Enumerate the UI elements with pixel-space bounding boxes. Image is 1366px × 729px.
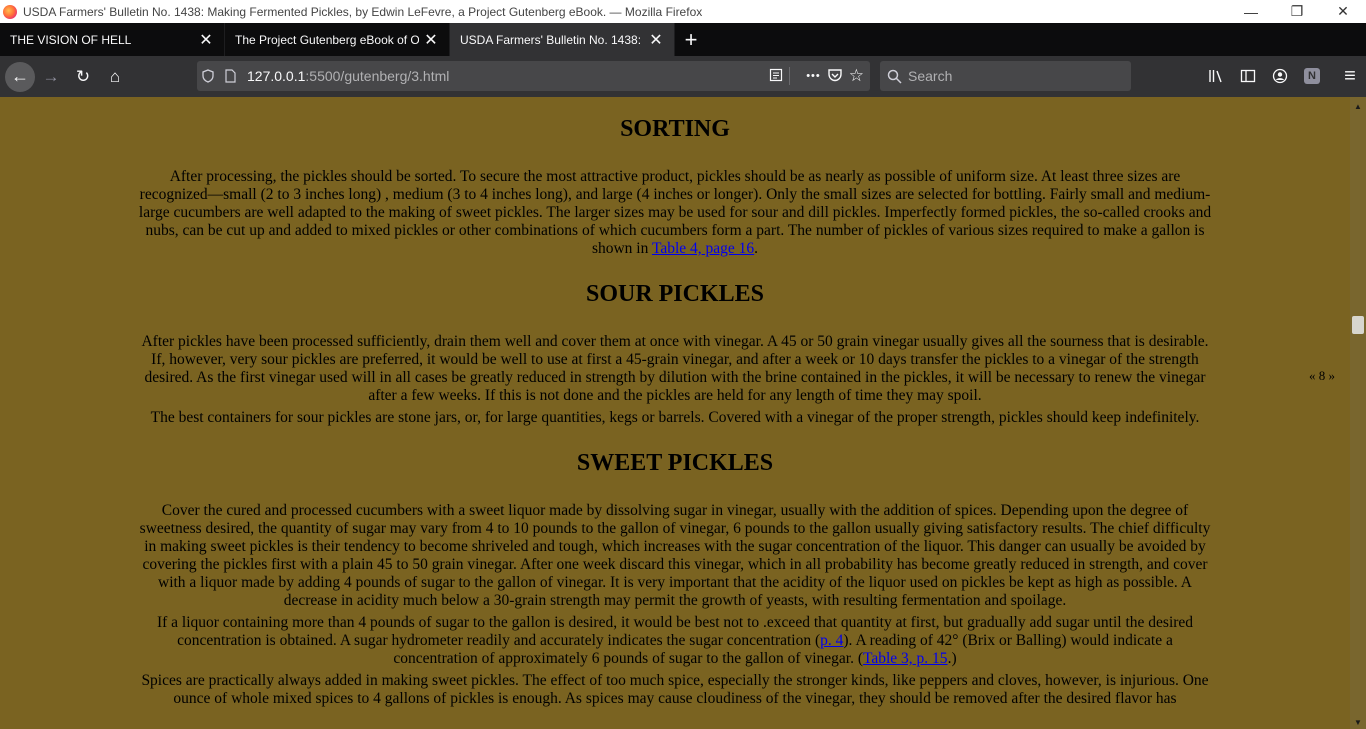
- address-bar[interactable]: 127.0.0.1:5500/gutenberg/3.html ••• ☆: [197, 61, 870, 91]
- url-path: :5500/gutenberg/3.html: [305, 68, 450, 84]
- tab-label: THE VISION OF HELL: [10, 32, 132, 47]
- paragraph-sorting: After processing, the pickles should be …: [138, 168, 1212, 258]
- paragraph-sweet-3: Spices are practically always added in m…: [141, 672, 1209, 707]
- back-button[interactable]: ←: [5, 61, 35, 92]
- firefox-logo-icon: [3, 4, 17, 19]
- close-window-button[interactable]: ✕: [1320, 0, 1366, 23]
- restore-button[interactable]: ❐: [1274, 0, 1320, 23]
- close-tab-icon[interactable]: ✕: [198, 32, 214, 49]
- link-p-4[interactable]: p. 4: [820, 632, 843, 649]
- tab-label: USDA Farmers' Bulletin No. 1438: M: [460, 32, 644, 47]
- paragraph-sweet-2: If a liquor containing more than 4 pound…: [138, 614, 1212, 668]
- shield-icon[interactable]: [197, 69, 219, 83]
- scroll-up-arrow-icon[interactable]: ▲: [1350, 99, 1366, 113]
- minimize-button[interactable]: —: [1228, 0, 1274, 23]
- navigation-toolbar: ← → ↻ ⌂ 127.0.0.1:5500/gutenberg/3.html …: [0, 56, 1366, 97]
- paragraph-sweet-1: Cover the cured and processed cucumbers …: [139, 502, 1211, 609]
- paragraph-sour-2: The best containers for sour pickles are…: [150, 409, 1200, 426]
- search-placeholder: Search: [908, 68, 953, 84]
- article-body: SORTING After processing, the pickles sh…: [138, 97, 1212, 708]
- url-host: 127.0.0.1: [247, 68, 306, 84]
- page-icon[interactable]: [219, 69, 241, 83]
- vertical-scrollbar[interactable]: ▲ ▼: [1350, 97, 1366, 729]
- bookmark-star-icon[interactable]: ☆: [849, 66, 864, 86]
- scroll-thumb[interactable]: [1352, 316, 1364, 334]
- extension-icon[interactable]: N: [1296, 60, 1328, 92]
- tab-usda-bulletin[interactable]: USDA Farmers' Bulletin No. 1438: M ✕: [450, 23, 675, 56]
- paragraph-text: .: [754, 240, 759, 257]
- menu-icon[interactable]: ≡: [1334, 60, 1366, 92]
- heading-sour-pickles: SOUR PICKLES: [585, 281, 765, 307]
- paragraph-sour-1: After pickles have been processed suffic…: [141, 333, 1209, 404]
- extension-badge: N: [1304, 68, 1320, 84]
- new-tab-button[interactable]: +: [675, 23, 707, 56]
- heading-sweet-pickles: SWEET PICKLES: [576, 450, 774, 476]
- close-tab-icon[interactable]: ✕: [648, 32, 664, 49]
- toolbar-right: N ≡: [1200, 60, 1366, 92]
- library-icon[interactable]: [1200, 60, 1232, 92]
- window-title: USDA Farmers' Bulletin No. 1438: Making …: [23, 4, 703, 19]
- account-icon[interactable]: [1264, 60, 1296, 92]
- pocket-icon[interactable]: [827, 68, 843, 85]
- reader-view-icon[interactable]: [769, 68, 783, 85]
- sidebar-icon[interactable]: [1232, 60, 1264, 92]
- forward-button[interactable]: →: [35, 61, 67, 93]
- page-actions-icon[interactable]: •••: [806, 70, 821, 82]
- tab-label: The Project Gutenberg eBook of Ou: [235, 32, 419, 47]
- close-tab-icon[interactable]: ✕: [423, 32, 439, 49]
- separator: [789, 67, 791, 85]
- window-titlebar: USDA Farmers' Bulletin No. 1438: Making …: [0, 0, 1366, 23]
- search-icon: [880, 69, 908, 84]
- tab-gutenberg-ebook[interactable]: The Project Gutenberg eBook of Ou ✕: [225, 23, 450, 56]
- link-table-3[interactable]: Table 3, p. 15: [863, 650, 948, 667]
- scroll-down-arrow-icon[interactable]: ▼: [1350, 715, 1366, 729]
- page-number-marker: « 8 »: [1309, 368, 1335, 383]
- home-button[interactable]: ⌂: [99, 61, 131, 93]
- tab-strip: THE VISION OF HELL ✕ The Project Gutenbe…: [0, 23, 1366, 56]
- tab-vision-of-hell[interactable]: THE VISION OF HELL ✕: [0, 23, 225, 56]
- link-table-4[interactable]: Table 4, page 16: [652, 240, 754, 257]
- page-content: SORTING After processing, the pickles sh…: [0, 97, 1350, 729]
- reload-button[interactable]: ↻: [67, 61, 99, 93]
- heading-sorting: SORTING: [620, 116, 730, 142]
- paragraph-text: .): [947, 650, 957, 667]
- search-field[interactable]: Search: [880, 61, 1131, 91]
